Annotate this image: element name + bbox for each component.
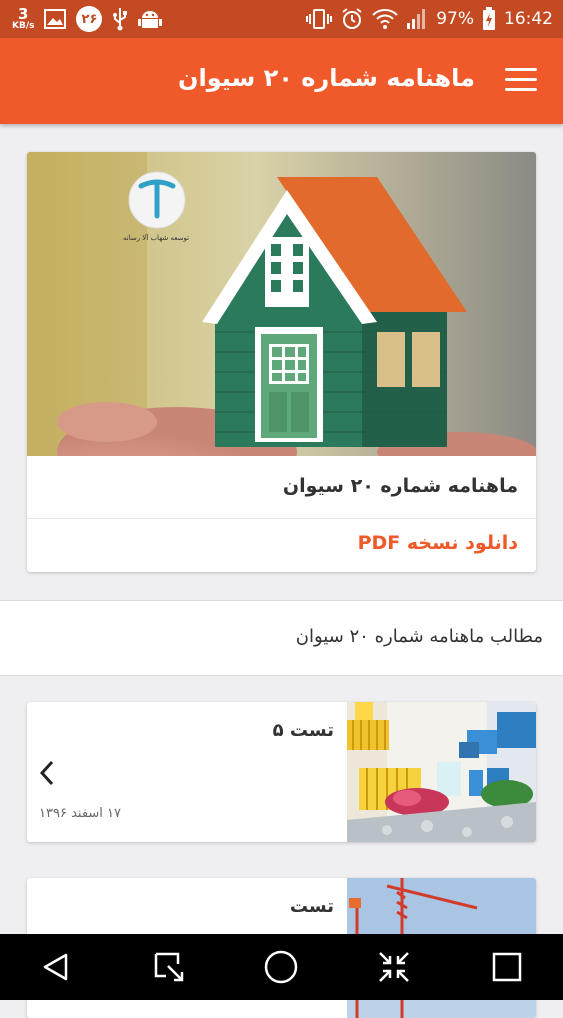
magazine-card: توسعه شهاب آلا رسانه ماهنامه شماره ۲۰ سی… <box>27 152 536 572</box>
network-speed-value: 3 <box>18 5 29 23</box>
chevron-left-icon <box>39 760 54 786</box>
home-icon[interactable] <box>261 947 301 987</box>
page-title: ماهنامه شماره ۲۰ سیوان <box>178 64 475 92</box>
article-title: تست ۵ <box>272 720 334 741</box>
system-navigation-bar <box>0 934 563 1000</box>
section-header: مطالب ماهنامه شماره ۲۰ سیوان <box>0 600 563 676</box>
battery-percent: 97% <box>436 9 474 29</box>
hamburger-menu-icon[interactable] <box>505 68 537 92</box>
vibrate-icon <box>306 8 333 30</box>
list-item[interactable]: تست ۵ ۱۷ اسفند ۱۳۹۶ <box>27 702 536 842</box>
clock-time: 16:42 <box>504 9 553 29</box>
usb-icon <box>112 7 128 31</box>
wifi-icon <box>372 9 398 29</box>
magazine-title: ماهنامه شماره ۲۰ سیوان <box>282 475 518 497</box>
alarm-icon <box>340 7 364 31</box>
recent-apps-icon[interactable] <box>487 947 527 987</box>
image-icon <box>44 9 67 29</box>
section-title: مطالب ماهنامه شماره ۲۰ سیوان <box>295 626 543 647</box>
status-bar-left: 3 KB/s ۲۶ <box>12 4 163 34</box>
article-date: ۱۷ اسفند ۱۳۹۶ <box>39 806 121 821</box>
status-bar: 3 KB/s ۲۶ 97% 16:42 <box>0 0 563 38</box>
android-icon <box>138 8 163 30</box>
network-speed-indicator: 3 KB/s <box>12 7 34 31</box>
battery-charging-icon <box>482 7 496 31</box>
network-speed-unit: KB/s <box>12 21 35 31</box>
notification-count-badge: ۲۶ <box>76 6 103 32</box>
article-title: تست <box>289 896 334 917</box>
download-pdf-link[interactable]: دانلود نسخه PDF <box>358 532 518 554</box>
status-bar-right: 97% 16:42 <box>306 4 553 34</box>
hero-logo-caption: توسعه شهاب آلا رسانه <box>123 234 190 242</box>
back-icon[interactable] <box>36 947 76 987</box>
collapse-arrows-icon[interactable] <box>374 947 414 987</box>
divider <box>27 518 536 519</box>
signal-icon <box>406 8 428 30</box>
screenshot-edit-icon[interactable] <box>149 947 189 987</box>
magazine-cover-image[interactable] <box>27 152 536 456</box>
article-thumbnail <box>347 702 536 842</box>
app-bar: ماهنامه شماره ۲۰ سیوان <box>0 38 563 124</box>
